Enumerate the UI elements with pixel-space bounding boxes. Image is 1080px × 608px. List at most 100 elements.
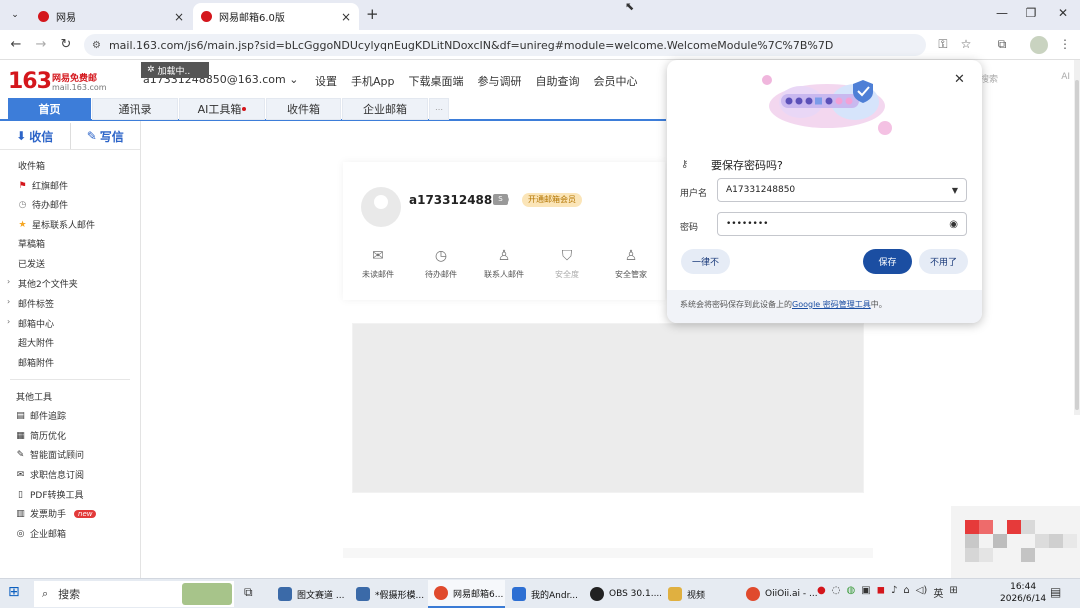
- tray-app-icon[interactable]: ◌: [832, 585, 841, 600]
- quick-todo[interactable]: ◷ 待办邮件: [419, 248, 463, 280]
- windows-start-icon[interactable]: ⊞: [8, 584, 20, 600]
- eye-icon[interactable]: ◉: [949, 219, 958, 230]
- receive-button[interactable]: ⬇ 收信: [0, 123, 71, 149]
- mail-search[interactable]: 搜索 AI: [980, 72, 1076, 90]
- taskbar-app[interactable]: OiiOii.ai - ...: [740, 580, 817, 608]
- restore-button[interactable]: ❐: [1021, 6, 1041, 20]
- network-icon[interactable]: ⌂: [903, 585, 909, 600]
- username-field[interactable]: A17331248850 ▼: [717, 178, 967, 202]
- menu-kebab-icon[interactable]: ⋮: [1056, 37, 1074, 51]
- browser-tab-mail[interactable]: 网易邮箱6.0版 ×: [193, 3, 359, 30]
- taskbar-app-active[interactable]: 网易邮箱6...: [428, 580, 505, 608]
- tab-close-icon[interactable]: ×: [174, 10, 184, 24]
- never-button[interactable]: 一律不: [681, 249, 730, 274]
- tab-more-icon[interactable]: ⋯: [429, 98, 449, 120]
- taskbar-app[interactable]: *假摄形模...: [350, 580, 427, 608]
- ime-mode-icon[interactable]: ⊞: [949, 585, 957, 600]
- tray-app-icon[interactable]: ◍: [846, 585, 855, 600]
- vip-upgrade-button[interactable]: 开通邮箱会员: [522, 193, 582, 207]
- taskbar-app[interactable]: 视频: [662, 580, 739, 608]
- browser-tab-netease[interactable]: 网易 ×: [30, 3, 192, 30]
- sidebar-item-label: 红旗邮件: [32, 182, 69, 192]
- new-tab-button[interactable]: +: [366, 5, 379, 23]
- password-field[interactable]: •••••••• ◉: [717, 212, 967, 236]
- tool-invoice-helper[interactable]: ▥ 发票助手 new: [16, 507, 97, 520]
- sidebar-item-sent[interactable]: 已发送: [18, 257, 45, 270]
- nav-survey[interactable]: 参与调研: [478, 73, 522, 89]
- reload-icon[interactable]: ↻: [58, 37, 74, 52]
- back-arrow-icon[interactable]: ←: [8, 37, 24, 52]
- bookmark-star-icon[interactable]: ☆: [957, 37, 975, 51]
- sidebar-item-other-folders[interactable]: 其他2个文件夹: [18, 277, 78, 290]
- chrome-icon: [746, 587, 760, 601]
- window-close-button[interactable]: ✕: [1053, 6, 1073, 20]
- password-manager-link[interactable]: Google 密码管理工具: [792, 300, 871, 309]
- tab-home[interactable]: 首页: [8, 98, 91, 120]
- tab-close-icon[interactable]: ×: [341, 10, 351, 24]
- compose-button[interactable]: ✎ 写信: [71, 123, 141, 149]
- tool-enterprise-mail[interactable]: ◎ 企业邮箱: [16, 527, 66, 541]
- sidebar-item-todo[interactable]: ◷ 待办邮件: [18, 198, 68, 212]
- expand-chevron-icon[interactable]: ›: [7, 277, 10, 286]
- task-view-icon[interactable]: ⧉: [244, 585, 253, 600]
- tool-interview-advisor[interactable]: ✎ 智能面试顾问: [16, 448, 84, 462]
- expand-chevron-icon[interactable]: ›: [7, 297, 10, 306]
- microphone-icon[interactable]: ♪: [891, 585, 897, 600]
- sidebar-item-flagged[interactable]: ⚑ 红旗邮件: [18, 179, 69, 193]
- taskbar-app[interactable]: 图文赛道 ...: [272, 580, 349, 608]
- tab-ai-toolbox-label: AI工具箱: [197, 103, 242, 116]
- notification-icon[interactable]: ▤: [1050, 585, 1061, 599]
- profile-avatar[interactable]: [1030, 36, 1048, 54]
- taskbar-app[interactable]: OBS 30.1....: [584, 580, 661, 608]
- quick-contact-mail[interactable]: ♙ 联系人邮件: [482, 248, 526, 280]
- sidebar-item-starred[interactable]: ★ 星标联系人邮件: [18, 218, 95, 232]
- forward-arrow-icon[interactable]: →: [33, 37, 49, 52]
- mail-logo-number[interactable]: 163: [8, 69, 52, 94]
- search-highlight-image[interactable]: [182, 583, 232, 605]
- quick-unread[interactable]: ✉ 未读邮件: [356, 248, 400, 280]
- tab-search-chevron-icon[interactable]: ⌄: [6, 6, 24, 24]
- tool-resume-optimize[interactable]: ▦ 简历优化: [16, 429, 66, 443]
- close-icon[interactable]: ✕: [954, 72, 965, 87]
- extensions-puzzle-icon[interactable]: ⧉: [993, 37, 1011, 52]
- quick-security-manager[interactable]: ♙ 安全管家: [609, 248, 653, 280]
- tray-app-icon[interactable]: ◼: [877, 585, 885, 600]
- tray-app-icon[interactable]: ▣: [861, 585, 870, 600]
- taskbar-clock[interactable]: 16:44 2026/6/14: [1000, 581, 1046, 605]
- sidebar-item-tags[interactable]: 邮件标签: [18, 297, 54, 310]
- tool-job-subscription[interactable]: ✉ 求职信息订阅: [16, 468, 84, 482]
- tab-inbox[interactable]: 收件箱: [266, 98, 341, 120]
- tab-contacts[interactable]: 通讯录: [92, 98, 178, 120]
- taskbar-app-label: 网易邮箱6...: [453, 589, 504, 600]
- sidebar-item-attachments[interactable]: 邮箱附件: [18, 356, 54, 369]
- nav-member-center[interactable]: 会员中心: [594, 73, 638, 89]
- volume-icon[interactable]: ◁): [916, 585, 928, 600]
- sidebar-item-mail-center[interactable]: 邮箱中心: [18, 317, 54, 330]
- tab-enterprise-mail[interactable]: 企业邮箱: [342, 98, 428, 120]
- user-avatar[interactable]: [361, 187, 401, 227]
- save-button[interactable]: 保存: [863, 249, 912, 274]
- password-key-icon[interactable]: ⚿: [934, 37, 952, 52]
- tab-ai-toolbox[interactable]: AI工具箱: [179, 98, 265, 120]
- nav-mobile-app[interactable]: 手机App: [351, 73, 395, 89]
- page-scrollbar[interactable]: [1074, 60, 1080, 415]
- sidebar-item-large-attachments[interactable]: 超大附件: [18, 336, 54, 349]
- address-bar[interactable]: ⚙ mail.163.com/js6/main.jsp?sid=bLcGggoN…: [84, 34, 926, 56]
- input-method-indicator[interactable]: 英: [933, 585, 943, 600]
- site-info-icon[interactable]: ⚙: [92, 40, 101, 51]
- tool-mail-tracking[interactable]: ▤ 邮件追踪: [16, 409, 66, 423]
- nav-desktop-download[interactable]: 下载桌面端: [409, 73, 464, 89]
- quick-security-score[interactable]: ⛉ 安全度: [545, 248, 589, 280]
- taskbar-app[interactable]: 我的Andr...: [506, 580, 583, 608]
- sidebar-item-inbox[interactable]: 收件箱: [18, 159, 45, 172]
- minimize-button[interactable]: —: [992, 6, 1012, 20]
- ai-search-button[interactable]: AI: [1061, 72, 1070, 82]
- tray-app-icon[interactable]: ●: [817, 585, 826, 600]
- no-thanks-button[interactable]: 不用了: [919, 249, 968, 274]
- sidebar-item-drafts[interactable]: 草稿箱: [18, 237, 45, 250]
- tool-pdf-convert[interactable]: ▯ PDF转换工具: [16, 488, 84, 502]
- expand-chevron-icon[interactable]: ›: [7, 317, 10, 326]
- dropdown-caret-icon[interactable]: ▼: [952, 186, 958, 195]
- nav-settings[interactable]: 设置: [315, 73, 337, 89]
- nav-self-service[interactable]: 自助查询: [536, 73, 580, 89]
